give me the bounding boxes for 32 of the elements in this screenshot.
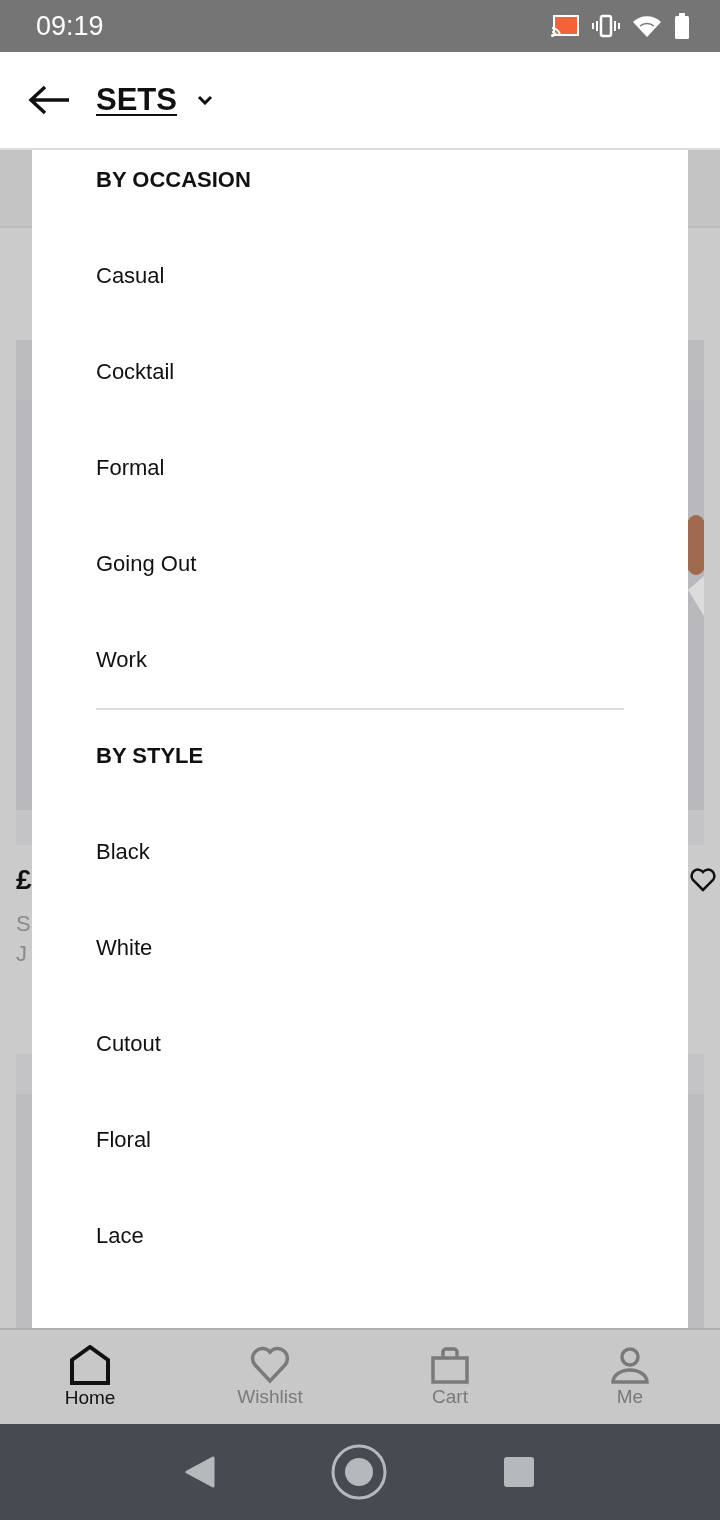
menu-item[interactable]: Lace xyxy=(96,1188,624,1284)
menu-item[interactable]: Formal xyxy=(96,420,624,516)
product-price: £ xyxy=(16,864,32,896)
battery-icon xyxy=(674,13,690,39)
menu-item[interactable]: Cutout xyxy=(96,996,624,1092)
home-icon xyxy=(69,1345,111,1385)
product-name-line: S xyxy=(16,910,31,938)
person-icon xyxy=(610,1346,650,1384)
shopping-bag-icon xyxy=(431,1346,469,1384)
back-triangle-icon[interactable] xyxy=(185,1456,215,1488)
menu-item[interactable]: Going Out xyxy=(96,516,624,612)
heart-outline-icon[interactable] xyxy=(690,868,716,892)
menu-item[interactable]: Floral xyxy=(96,1092,624,1188)
menu-item[interactable]: White xyxy=(96,900,624,996)
nav-tab[interactable]: Home xyxy=(0,1330,180,1424)
cast-icon xyxy=(550,14,580,38)
back-arrow-icon[interactable] xyxy=(28,85,70,115)
section-heading: BY OCCASION xyxy=(96,166,252,194)
category-dropdown-button[interactable]: SETS xyxy=(96,82,213,118)
status-time: 09:19 xyxy=(36,10,104,42)
section-heading: BY STYLE xyxy=(96,742,205,770)
vibrate-icon xyxy=(592,14,620,38)
menu-item[interactable]: Work xyxy=(96,612,624,708)
chevron-down-icon xyxy=(196,95,213,105)
menu-item[interactable]: Casual xyxy=(96,228,624,324)
heart-outline-icon xyxy=(250,1346,290,1384)
menu-item[interactable]: Black xyxy=(96,804,624,900)
product-name-line: J xyxy=(16,940,27,968)
recents-square-icon[interactable] xyxy=(503,1456,535,1488)
home-circle-icon[interactable] xyxy=(331,1444,387,1500)
menu-item[interactable]: Cocktail xyxy=(96,324,624,420)
wifi-icon xyxy=(632,14,662,38)
